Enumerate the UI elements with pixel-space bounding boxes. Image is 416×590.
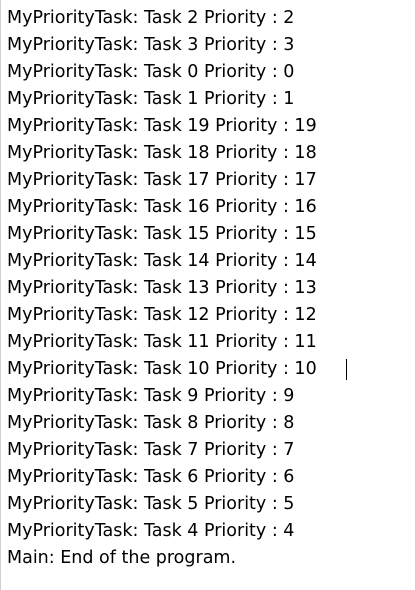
console-line: MyPriorityTask: Task 1 Priority : 1 (7, 89, 295, 109)
console-line: MyPriorityTask: Task 12 Priority : 12 (7, 305, 317, 325)
console-line: MyPriorityTask: Task 17 Priority : 17 (7, 170, 317, 190)
console-line: MyPriorityTask: Task 7 Priority : 7 (7, 440, 295, 460)
console-line: MyPriorityTask: Task 16 Priority : 16 (7, 197, 317, 217)
console-line: MyPriorityTask: Task 6 Priority : 6 (7, 467, 295, 487)
text-caret (346, 359, 347, 380)
console-line: MyPriorityTask: Task 5 Priority : 5 (7, 494, 295, 514)
console-line: MyPriorityTask: Task 3 Priority : 3 (7, 35, 295, 55)
console-line: MyPriorityTask: Task 11 Priority : 11 (7, 332, 317, 352)
console-line: MyPriorityTask: Task 8 Priority : 8 (7, 413, 295, 433)
console-output-area[interactable]: MyPriorityTask: Task 2 Priority : 2 MyPr… (0, 0, 416, 590)
console-text: MyPriorityTask: Task 2 Priority : 2 MyPr… (7, 5, 407, 572)
console-line: MyPriorityTask: Task 15 Priority : 15 (7, 224, 317, 244)
console-line: MyPriorityTask: Task 2 Priority : 2 (7, 8, 295, 28)
console-line: MyPriorityTask: Task 14 Priority : 14 (7, 251, 317, 271)
console-line: MyPriorityTask: Task 13 Priority : 13 (7, 278, 317, 298)
console-line: MyPriorityTask: Task 10 Priority : 10 (7, 359, 317, 379)
console-line: MyPriorityTask: Task 0 Priority : 0 (7, 62, 295, 82)
console-line: MyPriorityTask: Task 4 Priority : 4 (7, 521, 295, 541)
console-line: MyPriorityTask: Task 9 Priority : 9 (7, 386, 295, 406)
console-line: MyPriorityTask: Task 19 Priority : 19 (7, 116, 317, 136)
console-line: Main: End of the program. (7, 548, 237, 568)
console-line: MyPriorityTask: Task 18 Priority : 18 (7, 143, 317, 163)
